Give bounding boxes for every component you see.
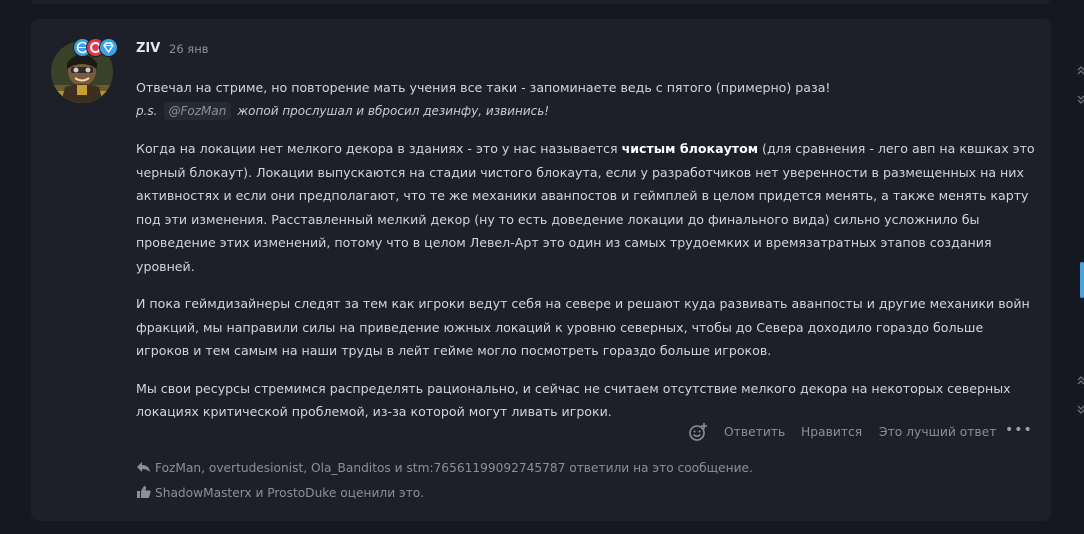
scroll-indicator[interactable] [1080,262,1084,298]
post-ps-line: p.s. @FozMan жопой прослушал и вбросил дез… [136,100,1036,124]
mention-link[interactable]: @FozMan [163,101,232,120]
para1-start: Когда на локации нет мелкого декора в зд… [136,141,622,156]
para1-bold: чистым блокаутом [621,141,759,156]
likes-summary-text[interactable]: ShadowMasterx и ProstoDuke оценили это. [155,486,424,500]
reply-button[interactable]: Ответить [724,425,785,439]
previous-post-card [30,0,1051,4]
edge-chevron-icon-3[interactable] [1077,376,1084,388]
thumbs-up-icon [136,485,152,499]
post-body: Отвечал на стриме, но повторение мать уч… [136,76,1036,424]
likes-summary[interactable]: ShadowMasterx и ProstoDuke оценили это. [136,485,424,500]
reply-arrow-icon [136,460,152,474]
post-paragraph-1: Когда на локации нет мелкого декора в зд… [136,137,1036,278]
edge-chevron-icon-2[interactable] [1077,94,1084,106]
badges [73,38,133,58]
post-line-1: Отвечал на стриме, но повторение мать уч… [136,80,831,95]
replies-summary[interactable]: FozMan, overtudesionist, Ola_Banditos и … [136,460,753,475]
like-button[interactable]: Нравится [801,425,862,439]
author-avatar-block[interactable] [51,38,118,103]
para1-end: (для сравнения - лего авп на квшках это … [136,141,1035,274]
edge-chevron-icon[interactable] [1077,66,1084,78]
replies-summary-text[interactable]: FozMan, overtudesionist, Ola_Banditos и … [155,461,753,475]
add-reaction-icon[interactable] [688,422,708,442]
post-paragraph-3: Мы свои ресурсы стремимся распределять р… [136,380,1011,420]
ps-prefix: p.s. [136,103,158,118]
more-icon[interactable]: ••• [1005,422,1033,438]
page: ZIV 26 янв Отвечал на стриме, но повторе… [0,0,1084,534]
best-answer-button[interactable]: Это лучший ответ [879,425,996,439]
edge-chevron-icon-4[interactable] [1077,404,1084,416]
post-paragraph-2: И пока геймдизайнеры следят за тем как и… [136,296,1030,358]
author-name[interactable]: ZIV [136,41,160,56]
post-date[interactable]: 26 янв [169,42,209,56]
ps-text: жопой прослушал и вбросил дезинфу, извин… [237,103,550,118]
badge-diamond-icon [99,38,118,57]
